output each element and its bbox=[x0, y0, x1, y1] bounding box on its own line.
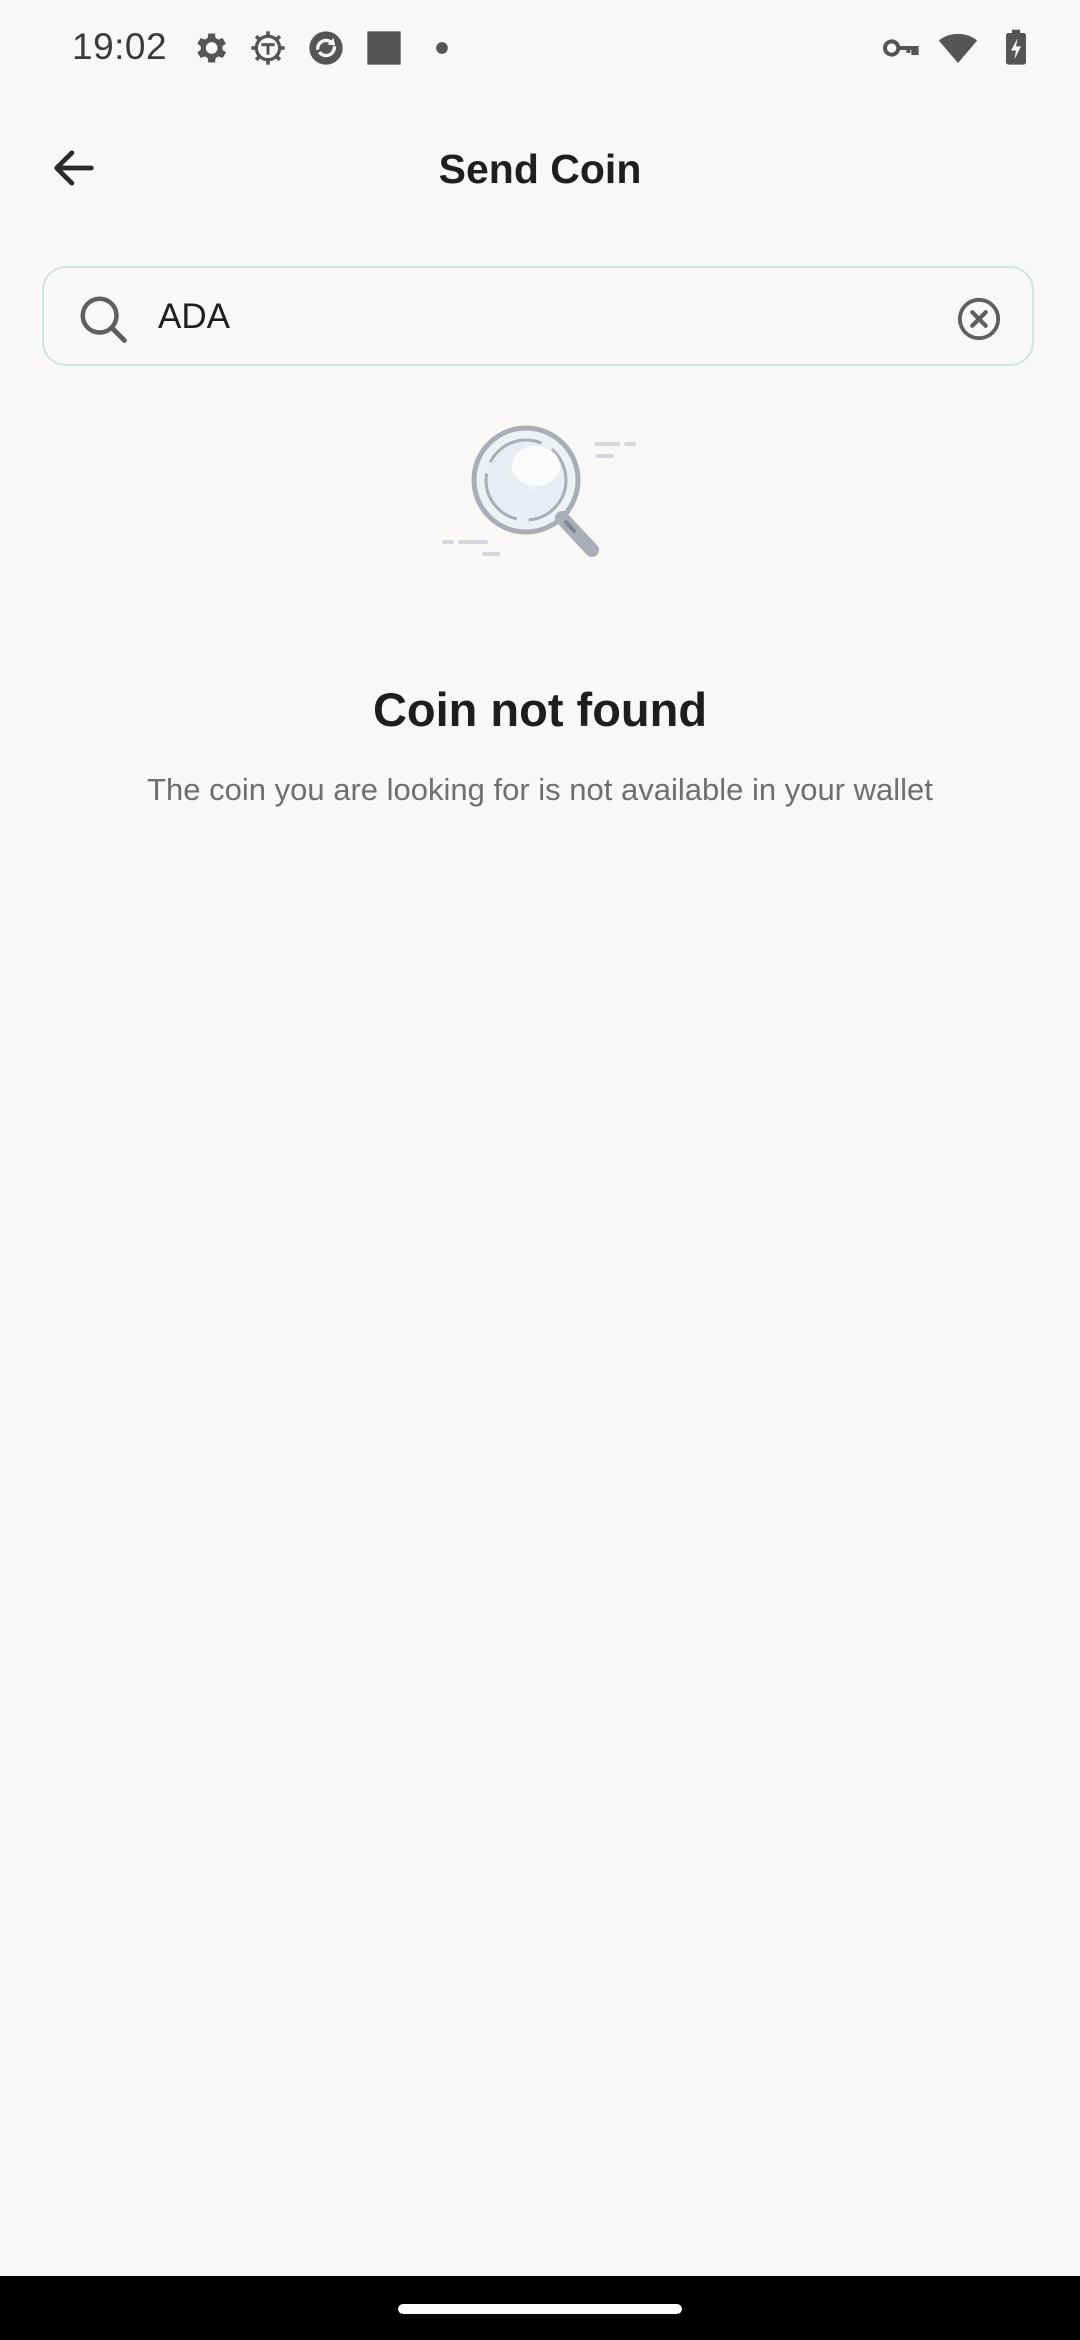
search-icon bbox=[80, 296, 127, 343]
empty-state-message: The coin you are looking for is not avai… bbox=[147, 772, 933, 807]
status-icons-right bbox=[880, 28, 1036, 68]
sync-app-icon bbox=[309, 31, 343, 65]
settings-gear-icon bbox=[197, 33, 226, 63]
search-box[interactable] bbox=[42, 266, 1034, 366]
navigation-bar bbox=[0, 2276, 1080, 2340]
square-app-icon bbox=[367, 31, 401, 65]
home-gesture-handle[interactable] bbox=[398, 2304, 682, 2314]
status-bar: 19:02 bbox=[0, 0, 1080, 100]
empty-state-title: Coin not found bbox=[372, 683, 708, 736]
system-gear-icon bbox=[251, 31, 285, 65]
status-time: 19:02 bbox=[72, 26, 168, 67]
wifi-icon bbox=[938, 33, 978, 63]
magnifier-illustration bbox=[442, 425, 636, 557]
notification-dot-icon bbox=[436, 42, 448, 54]
search-input[interactable] bbox=[158, 288, 958, 346]
battery-charging-icon bbox=[1006, 29, 1026, 65]
vpn-key-icon bbox=[883, 39, 919, 57]
clear-circle-icon[interactable] bbox=[956, 296, 1002, 342]
status-icons-left bbox=[190, 28, 462, 68]
page-title: Send Coin bbox=[438, 146, 642, 192]
